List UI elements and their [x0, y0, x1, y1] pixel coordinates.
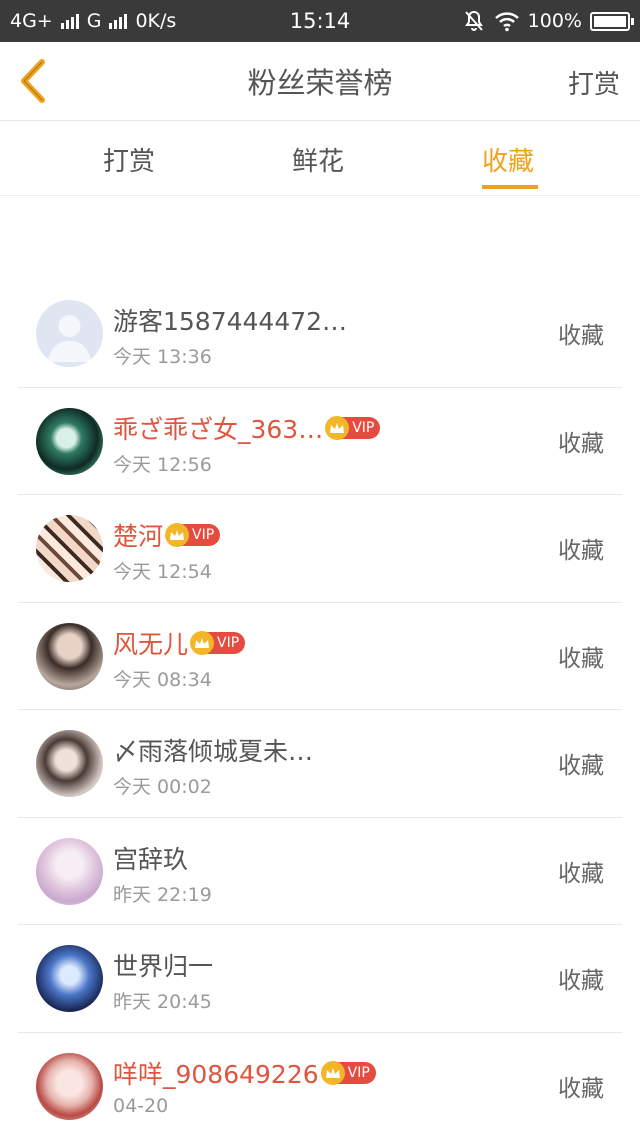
fan-time: 今天 08:34	[113, 668, 212, 691]
tab-favorites[interactable]: 收藏	[482, 141, 534, 178]
nav-bar: 粉丝荣誉榜 打赏	[0, 42, 640, 121]
default-avatar-icon[interactable]	[36, 300, 103, 367]
avatar[interactable]	[36, 622, 103, 690]
battery-icon	[590, 11, 634, 31]
fan-name-line: 风无儿 VIP	[113, 625, 246, 661]
list-item[interactable]: 世界归一 昨天 20:45 收藏	[18, 925, 622, 1033]
avatar[interactable]	[36, 407, 103, 475]
action-label: 收藏	[558, 430, 604, 457]
reward-button[interactable]: 打赏	[568, 64, 620, 101]
active-tab-indicator	[482, 185, 538, 189]
fan-name[interactable]: 游客1587444472…	[113, 302, 347, 338]
action-label: 收藏	[558, 323, 604, 349]
fan-time: 今天 13:36	[113, 346, 212, 368]
list-item[interactable]: 乖ざ乖ざ女_363… VIP 今天 12:56 收藏	[18, 388, 622, 495]
crown-icon	[325, 415, 350, 440]
list-item[interactable]: 〆雨落倾城夏未… 今天 00:02 收藏	[18, 710, 622, 818]
action-label: 收藏	[558, 538, 604, 564]
fan-list: 游客1587444472… 今天 13:36 收藏 乖ざ乖ざ女_363… VIP…	[18, 280, 622, 1138]
battery-percent: 100%	[527, 10, 582, 32]
fan-name[interactable]: 咩咩_908649226	[113, 1055, 319, 1091]
action-label: 收藏	[558, 753, 604, 779]
signal-icon	[109, 13, 128, 29]
avatar[interactable]	[36, 945, 103, 1012]
list-item[interactable]: 咩咩_908649226 VIP 04-20 收藏	[18, 1033, 622, 1138]
fan-name[interactable]: 楚河	[113, 517, 163, 553]
fan-name-line: 咩咩_908649226 VIP	[113, 1055, 376, 1091]
list-item[interactable]: 游客1587444472… 今天 13:36 收藏	[18, 280, 622, 388]
vip-badge: VIP	[320, 1060, 376, 1085]
avatar[interactable]	[36, 515, 103, 582]
action-label: 收藏	[558, 860, 604, 887]
fan-time: 昨天 20:45	[113, 991, 212, 1013]
fan-name[interactable]: 宫辞玖	[113, 840, 188, 876]
fan-name[interactable]: 乖ざ乖ざ女_363…	[113, 410, 323, 446]
tab-bar: 打赏 鲜花 收藏	[0, 121, 640, 196]
crown-icon	[165, 523, 190, 547]
fan-time: 04-20	[113, 1094, 169, 1117]
fan-name-line: 世界归一	[113, 947, 213, 983]
fan-name[interactable]: 世界归一	[113, 947, 213, 983]
fan-time: 今天 12:54	[113, 561, 212, 583]
fan-name-line: 〆雨落倾城夏未…	[113, 732, 313, 768]
action-label: 收藏	[558, 645, 604, 672]
fan-time: 今天 00:02	[113, 776, 212, 798]
fan-name-line: 乖ざ乖ざ女_363… VIP	[113, 410, 381, 446]
list-item[interactable]: 风无儿 VIP 今天 08:34 收藏	[18, 603, 622, 710]
status-left: 4G+ G 0K/s	[10, 10, 176, 32]
fan-time: 昨天 22:19	[113, 883, 212, 906]
avatar[interactable]	[36, 837, 103, 905]
vip-badge: VIP	[165, 523, 221, 547]
fan-name[interactable]: 风无儿	[113, 625, 188, 661]
network-type-secondary: G	[86, 10, 102, 32]
fan-name-line: 宫辞玖	[113, 840, 188, 876]
status-bar: 4G+ G 0K/s 15:14 100%	[0, 0, 640, 42]
mute-bell-icon	[464, 10, 483, 31]
action-label: 收藏	[558, 1075, 604, 1102]
signal-icon	[60, 13, 79, 29]
list-item[interactable]: 楚河 VIP 今天 12:54 收藏	[18, 495, 622, 603]
network-type-primary: 4G+	[10, 10, 53, 32]
crown-icon	[320, 1060, 345, 1085]
wifi-icon	[494, 12, 519, 32]
crown-icon	[190, 630, 215, 655]
fan-name[interactable]: 〆雨落倾城夏未…	[113, 732, 313, 768]
avatar[interactable]	[36, 1052, 103, 1120]
tab-flowers[interactable]: 鲜花	[292, 141, 344, 178]
page-title: 粉丝荣誉榜	[247, 66, 393, 100]
avatar[interactable]	[36, 730, 103, 797]
status-right: 100%	[462, 9, 634, 33]
back-chevron-icon[interactable]	[16, 58, 52, 104]
fan-time: 今天 12:56	[113, 453, 212, 476]
network-speed: 0K/s	[135, 10, 177, 32]
fan-name-line: 游客1587444472…	[113, 302, 347, 338]
action-label: 收藏	[558, 968, 604, 994]
vip-badge: VIP	[325, 415, 381, 440]
fan-name-line: 楚河 VIP	[113, 517, 221, 553]
tab-reward[interactable]: 打赏	[103, 141, 155, 178]
vip-badge: VIP	[190, 630, 246, 655]
list-item[interactable]: 宫辞玖 昨天 22:19 收藏	[18, 818, 622, 925]
